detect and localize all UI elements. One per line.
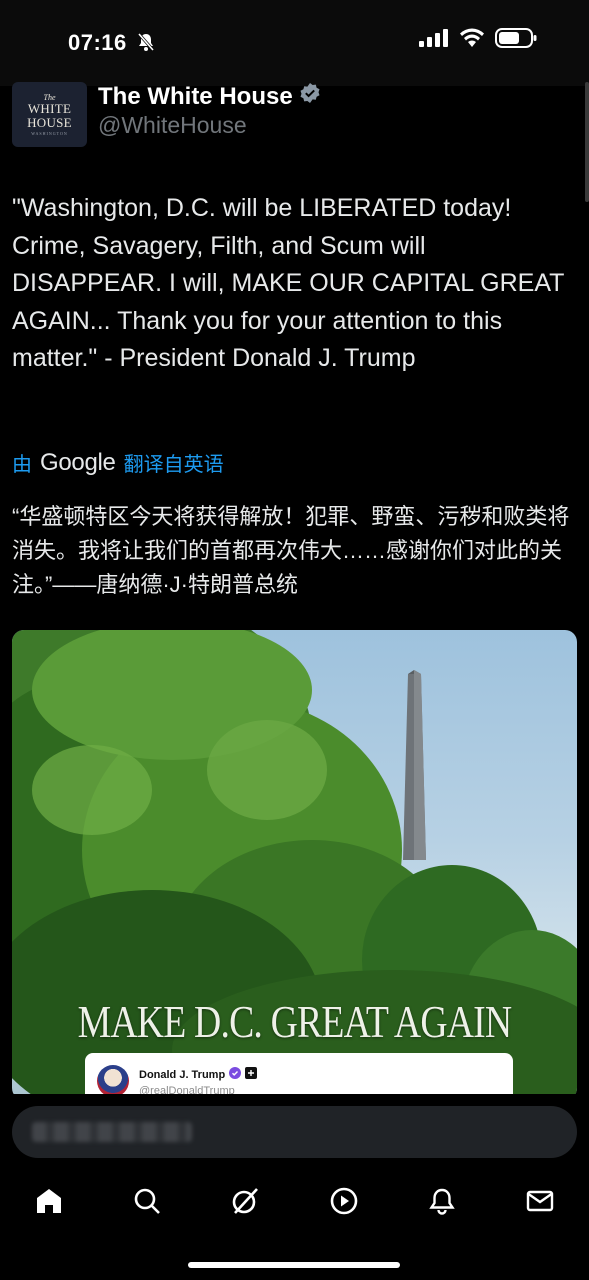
home-icon[interactable] <box>25 1177 73 1225</box>
reply-input[interactable] <box>12 1106 577 1158</box>
embedded-author-name: Donald J. Trump <box>139 1068 226 1081</box>
translate-suffix: 翻译自英语 <box>123 454 224 476</box>
grok-icon[interactable] <box>221 1177 269 1225</box>
white-house-logo[interactable]: The WHITE HOUSE WASHINGTON <box>12 82 87 147</box>
logo-line1: WHITE <box>27 100 72 116</box>
battery-icon <box>495 28 537 53</box>
search-icon[interactable] <box>123 1177 171 1225</box>
bell-slash-icon <box>136 32 156 57</box>
google-brand: Google <box>40 448 116 476</box>
tweet-image[interactable]: MAKE D.C. GREAT AGAIN Donald J. Trump @r… <box>12 630 577 1100</box>
tweet-text: "Washington, D.C. will be LIBERATED toda… <box>12 194 570 372</box>
embedded-avatar <box>97 1065 129 1097</box>
messages-icon[interactable] <box>516 1177 564 1225</box>
tweet-header: The WHITE HOUSE WASHINGTON The White Hou… <box>12 82 572 152</box>
author-name-text: The White House <box>98 82 293 110</box>
author-handle[interactable]: @WhiteHouse <box>98 112 247 139</box>
overlay-slogan: MAKE D.C. GREAT AGAIN <box>77 996 513 1047</box>
translation-attribution[interactable]: 由 Google 翻译自英语 <box>12 448 224 477</box>
status-time: 07:16 <box>68 30 127 55</box>
logo-line2: HOUSE <box>27 114 72 130</box>
wifi-icon <box>459 28 485 53</box>
verified-badge-icon <box>299 82 321 111</box>
logo-sub: WASHINGTON <box>31 130 68 136</box>
embedded-post-card[interactable]: Donald J. Trump @realDonaldTrump <box>85 1053 513 1100</box>
notifications-icon[interactable] <box>418 1177 466 1225</box>
verified-badge-icon <box>229 1067 242 1082</box>
embedded-author: Donald J. Trump <box>139 1067 258 1082</box>
translated-text: “华盛顿特区今天将获得解放！犯罪、野蛮、污秽和败类将消失。我将让我们的首都再次伟… <box>12 504 570 597</box>
scrollbar[interactable] <box>585 82 589 202</box>
signal-icon <box>419 29 449 52</box>
translate-prefix: 由 <box>12 454 32 476</box>
plus-badge-icon <box>245 1067 258 1082</box>
tab-bar <box>0 1170 589 1232</box>
status-bar: 07:16 <box>0 0 589 86</box>
video-icon[interactable] <box>320 1177 368 1225</box>
home-indicator[interactable] <box>188 1262 400 1268</box>
reply-placeholder-blurred <box>32 1122 192 1142</box>
author-name[interactable]: The White House <box>98 82 321 111</box>
